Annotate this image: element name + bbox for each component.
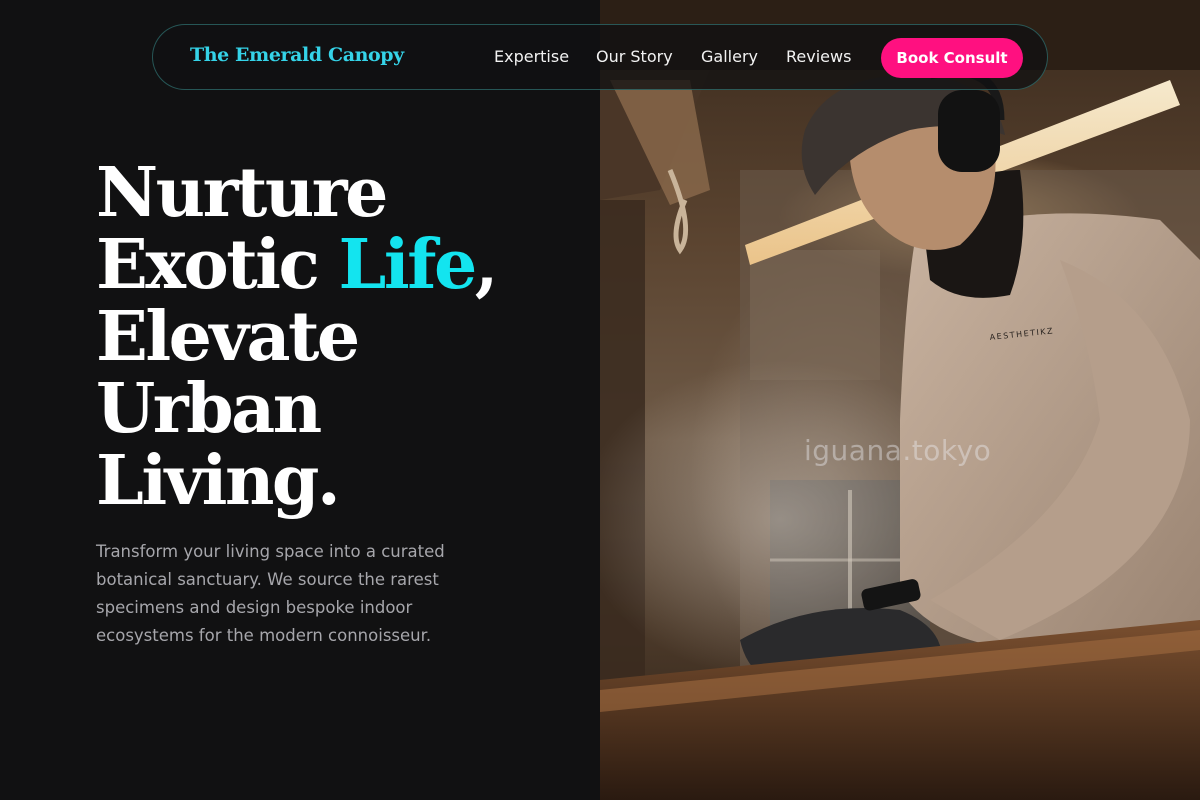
headline-line-4: Urban <box>96 369 322 449</box>
headline-accent-word: Life <box>338 225 478 305</box>
headline-line-3: Elevate <box>96 297 360 377</box>
nav-link-reviews[interactable]: Reviews <box>786 47 851 66</box>
headline-line-2: Exotic Life, <box>96 229 516 301</box>
nav-link-gallery[interactable]: Gallery <box>701 47 758 66</box>
headline-line-2-suffix: , <box>474 225 499 305</box>
hero-headline: Nurture Exotic Life, Elevate Urban Livin… <box>96 157 516 517</box>
book-consult-button[interactable]: Book Consult <box>881 38 1023 78</box>
nav-link-expertise[interactable]: Expertise <box>494 47 569 66</box>
headline-line-1: Nurture <box>96 153 388 233</box>
headline-line-2-prefix: Exotic <box>96 225 339 305</box>
hero-image: AESTHETIKZ iguana.tokyo <box>600 0 1200 800</box>
hero-description: Transform your living space into a curat… <box>96 542 445 645</box>
brand-logo[interactable]: The Emerald Canopy <box>190 44 404 66</box>
image-watermark: iguana.tokyo <box>804 434 992 467</box>
nav-link-our-story[interactable]: Our Story <box>596 47 673 66</box>
workshop-photo-illustration: AESTHETIKZ <box>600 0 1200 800</box>
headline-line-5: Living. <box>96 441 341 521</box>
top-navbar: The Emerald Canopy Expertise Our Story G… <box>152 24 1048 90</box>
